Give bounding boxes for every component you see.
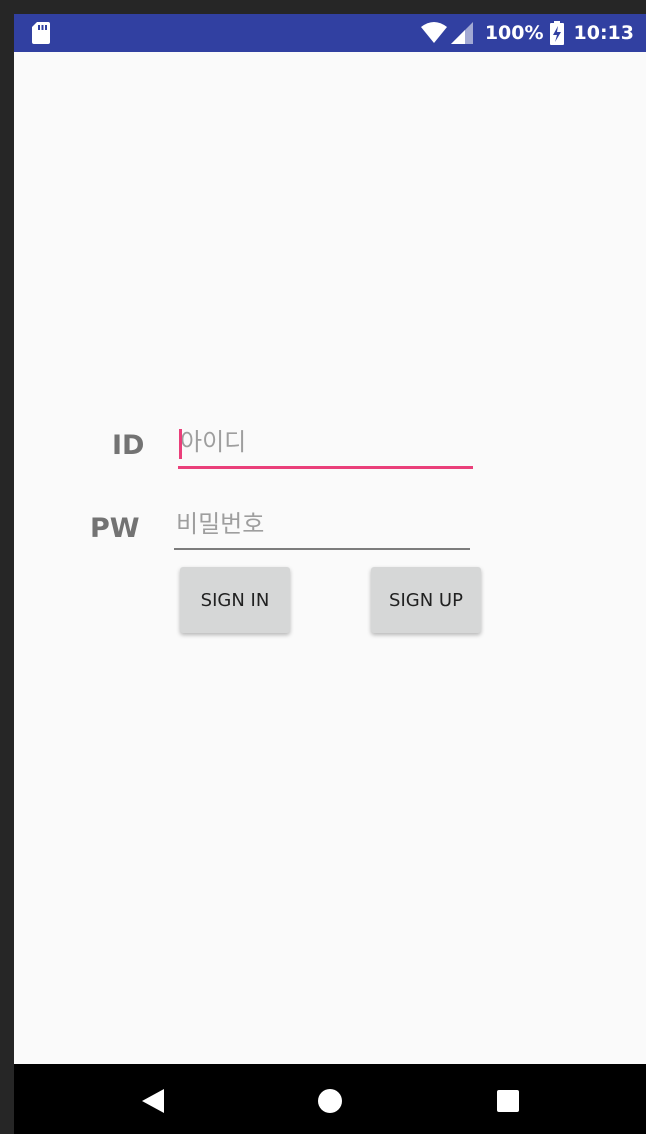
recents-icon[interactable] (491, 1084, 525, 1118)
battery-charging-icon (549, 21, 564, 45)
screen: 100% 10:13 ID PW SIGN IN SIGN UP (14, 14, 646, 1134)
back-icon[interactable] (136, 1084, 170, 1118)
device-frame: 100% 10:13 ID PW SIGN IN SIGN UP (0, 0, 646, 1134)
sd-card-icon (32, 22, 50, 44)
status-bar: 100% 10:13 (14, 14, 646, 52)
clock: 10:13 (573, 22, 634, 44)
home-icon[interactable] (313, 1084, 347, 1118)
sign-in-button[interactable]: SIGN IN (180, 567, 290, 633)
status-icons: 100% 10:13 (420, 14, 634, 52)
wifi-icon (420, 22, 447, 43)
pw-field-container[interactable] (174, 504, 474, 550)
login-content: ID PW SIGN IN SIGN UP (14, 52, 646, 1064)
navigation-bar (14, 1064, 646, 1134)
sign-up-button[interactable]: SIGN UP (371, 567, 481, 633)
id-label: ID (112, 430, 145, 461)
cell-signal-icon (450, 22, 473, 44)
text-cursor (179, 429, 182, 459)
id-input[interactable] (178, 422, 477, 462)
battery-percent: 100% (484, 22, 544, 44)
password-input[interactable] (174, 504, 474, 544)
pw-label: PW (90, 513, 140, 544)
id-field-container[interactable] (178, 422, 477, 469)
